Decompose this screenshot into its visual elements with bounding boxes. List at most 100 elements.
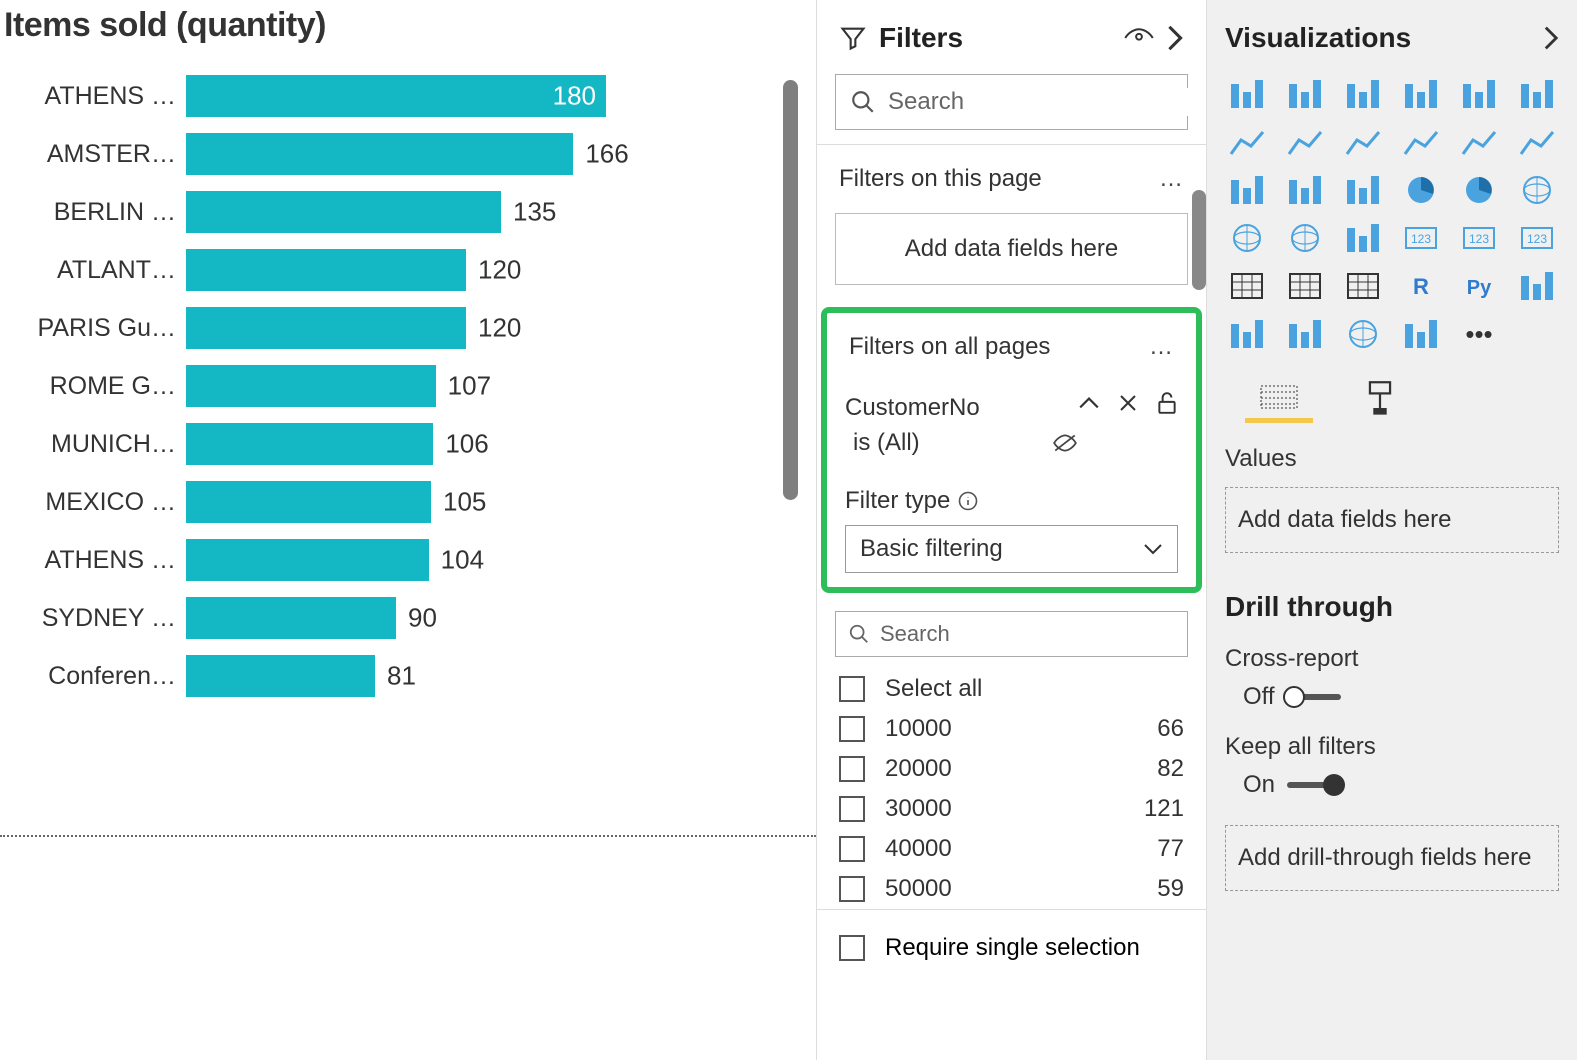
filters-title: Filters [879,22,1112,54]
filter-option-row[interactable]: 5000059 [817,869,1206,909]
viz-qa-icon[interactable] [1283,316,1327,352]
viz-python-visual-icon[interactable]: Py [1457,268,1501,304]
viz-filled-map-icon[interactable] [1283,220,1327,256]
lock-icon[interactable] [1156,391,1178,415]
filter-type-select[interactable]: Basic filtering [845,525,1178,573]
bar-category-label: SYDNEY … [8,604,186,633]
drill-through-well[interactable]: Add drill-through fields here [1225,825,1559,891]
chart-scroll-thumb[interactable] [783,80,798,500]
cross-report-toggle[interactable] [1287,694,1341,700]
viz-ribbon-icon[interactable] [1515,124,1559,160]
filters-scroll-thumb[interactable] [1192,190,1206,290]
viz-clustered-bar-icon[interactable] [1341,76,1385,112]
bar[interactable]: 90 [186,597,396,639]
visualization-gallery: 123 123 123 R Py ••• [1225,76,1559,352]
more-icon[interactable]: … [1159,165,1184,193]
viz-more-icon[interactable]: ••• [1457,316,1501,352]
bar[interactable]: 81 [186,655,375,697]
select-all-row[interactable]: Select all [817,669,1206,709]
hide-icon[interactable] [1052,432,1078,454]
this-page-drop[interactable]: Add data fields here [835,213,1188,285]
viz-map-icon[interactable] [1225,220,1269,256]
filters-search-input[interactable] [888,88,1198,116]
viz-matrix-icon[interactable] [1341,268,1385,304]
viz-100-stacked-column-icon[interactable] [1515,76,1559,112]
filter-option-row[interactable]: 30000121 [817,789,1206,829]
checkbox[interactable] [839,935,865,961]
filters-search[interactable] [835,74,1188,130]
eye-icon[interactable] [1124,27,1154,49]
keep-filters-toggle[interactable] [1287,782,1341,788]
chevron-right-icon[interactable] [1166,24,1184,52]
filter-values-search[interactable] [835,611,1188,657]
checkbox[interactable] [839,716,865,742]
svg-text:123: 123 [1527,232,1547,246]
viz-gauge-icon[interactable] [1341,220,1385,256]
bar-value: 90 [408,603,437,634]
viz-powerapps-icon[interactable] [1399,316,1443,352]
filter-values-search-input[interactable] [880,621,1175,647]
bar-row: ROME G…107 [8,357,816,415]
viz-decomposition-icon[interactable] [1225,316,1269,352]
chart-scrollbar[interactable] [783,80,798,730]
chevron-right-icon[interactable] [1543,25,1559,51]
viz-multi-row-card-icon[interactable]: 123 [1457,220,1501,256]
bar-value: 105 [443,487,486,518]
viz-key-influencers-icon[interactable] [1515,268,1559,304]
viz-line-stacked-icon[interactable] [1457,124,1501,160]
viz-kpi-icon[interactable]: 123 [1515,220,1559,256]
bar-row: ATLANT…120 [8,241,816,299]
viz-table-icon[interactable] [1283,268,1327,304]
bar[interactable]: 120 [186,307,466,349]
info-icon[interactable] [958,491,978,511]
viz-donut-icon[interactable] [1457,172,1501,208]
filter-option-row[interactable]: 4000077 [817,829,1206,869]
viz-funnel-icon[interactable] [1283,172,1327,208]
viz-line-clustered-icon[interactable] [1399,124,1443,160]
bar[interactable]: 107 [186,365,436,407]
clear-icon[interactable] [1118,393,1138,413]
checkbox[interactable] [839,796,865,822]
viz-waterfall-icon[interactable] [1225,172,1269,208]
checkbox[interactable] [839,876,865,902]
bar-value: 120 [478,255,521,286]
drill-through-title: Drill through [1225,591,1559,623]
checkbox[interactable] [839,756,865,782]
viz-clustered-column-icon[interactable] [1283,76,1327,112]
more-icon[interactable]: … [1149,333,1174,361]
viz-line-icon[interactable] [1225,124,1269,160]
viz-pie-icon[interactable] [1399,172,1443,208]
filter-option-label: 10000 [885,715,952,743]
bar[interactable]: 135 [186,191,501,233]
bar[interactable]: 166 [186,133,573,175]
bar[interactable]: 180 [186,75,606,117]
bar[interactable]: 105 [186,481,431,523]
bar[interactable]: 120 [186,249,466,291]
viz-arcgis-icon[interactable] [1341,316,1385,352]
viz-scatter-icon[interactable] [1341,172,1385,208]
viz-card-icon[interactable]: 123 [1399,220,1443,256]
viz-100-stacked-bar-icon[interactable] [1457,76,1501,112]
fields-tab[interactable] [1245,380,1313,423]
viz-r-visual-icon[interactable]: R [1399,268,1443,304]
viz-slicer-icon[interactable] [1225,268,1269,304]
viz-area-icon[interactable] [1283,124,1327,160]
chevron-down-icon [1143,542,1163,556]
chart-title: Items sold (quantity) [0,0,816,67]
values-well[interactable]: Add data fields here [1225,487,1559,553]
format-tab[interactable] [1363,380,1397,423]
bar-value: 120 [478,313,521,344]
filter-option-count: 121 [1144,795,1184,823]
bar[interactable]: 106 [186,423,433,465]
bar[interactable]: 104 [186,539,429,581]
checkbox[interactable] [839,676,865,702]
filter-option-row[interactable]: 1000066 [817,709,1206,749]
viz-stacked-bar-icon[interactable] [1225,76,1269,112]
filter-option-row[interactable]: 2000082 [817,749,1206,789]
viz-stacked-area-icon[interactable] [1341,124,1385,160]
checkbox[interactable] [839,836,865,862]
chevron-up-icon[interactable] [1078,395,1100,411]
viz-treemap-icon[interactable] [1515,172,1559,208]
search-icon [850,89,876,115]
viz-stacked-column-icon[interactable] [1399,76,1443,112]
